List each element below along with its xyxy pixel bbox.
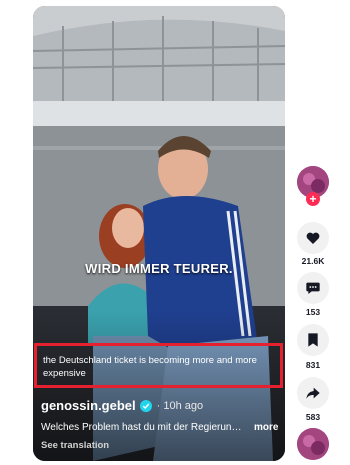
save-count: 831 bbox=[305, 360, 321, 370]
author-row: genossin.gebel · 10h ago bbox=[41, 398, 281, 413]
subtitle-text: the Deutschland ticket is becoming more … bbox=[43, 355, 257, 379]
follow-button[interactable]: + bbox=[306, 192, 320, 206]
comment-count: 153 bbox=[305, 307, 321, 317]
video-caption-overlay: WIRD IMMER TEURER. bbox=[85, 261, 233, 276]
heart-icon bbox=[306, 232, 320, 244]
like-count: 21.6K bbox=[301, 256, 325, 266]
comment-icon bbox=[306, 282, 320, 294]
save-button[interactable] bbox=[297, 324, 329, 356]
post-time: · 10h ago bbox=[156, 399, 204, 412]
description-row: Welches Problem hast du mit der Regierun… bbox=[41, 422, 281, 433]
video-description: Welches Problem hast du mit der Regierun… bbox=[41, 422, 246, 433]
author-name[interactable]: genossin.gebel bbox=[41, 398, 136, 413]
video-player[interactable]: WIRD IMMER TEURER. the Deutschland ticke… bbox=[33, 6, 285, 461]
share-button[interactable] bbox=[297, 377, 329, 409]
verified-check-icon bbox=[139, 399, 152, 412]
see-translation-link[interactable]: See translation bbox=[41, 440, 109, 451]
comment-button[interactable] bbox=[297, 272, 329, 304]
more-button[interactable]: more bbox=[254, 422, 278, 433]
music-disc-icon[interactable] bbox=[297, 428, 329, 460]
bookmark-icon bbox=[308, 333, 318, 347]
share-icon bbox=[306, 387, 320, 399]
like-button[interactable] bbox=[297, 222, 329, 254]
share-count: 583 bbox=[305, 412, 321, 422]
